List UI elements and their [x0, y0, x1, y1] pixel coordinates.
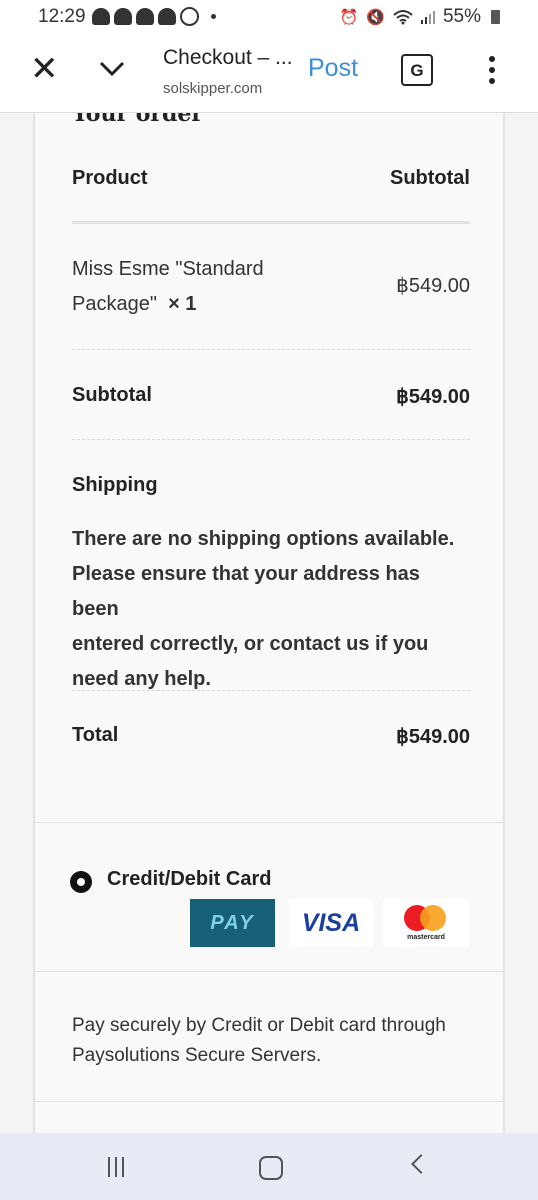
snapchat-icon — [136, 8, 154, 25]
total-label: Total — [72, 724, 119, 746]
chevron-down-icon[interactable] — [98, 54, 126, 82]
shipping-label: Shipping — [72, 474, 158, 496]
post-button[interactable]: Post — [308, 54, 358, 83]
section-divider — [35, 822, 503, 823]
more-notifications-dot — [211, 14, 216, 19]
more-options-icon[interactable] — [487, 56, 497, 84]
page-title: Checkout – ... — [163, 46, 293, 69]
table-header: Product Subtotal — [72, 167, 470, 190]
mastercard-logo: mastercard — [383, 899, 469, 947]
section-divider — [35, 1101, 503, 1102]
pay-logo: PAY — [190, 899, 275, 947]
subtotal-row: Subtotal ฿549.00 — [72, 384, 470, 408]
battery-icon — [491, 10, 500, 24]
system-status: ⏰ 🔇 55% — [340, 6, 500, 28]
payment-method-radio[interactable] — [70, 871, 92, 893]
page-url: solskipper.com — [163, 80, 263, 97]
battery-level: 55% — [442, 6, 481, 27]
visa-logo: VISA — [289, 899, 373, 947]
order-heading: Your order — [72, 113, 203, 127]
wifi-icon — [393, 10, 413, 25]
recent-apps-icon[interactable] — [108, 1157, 124, 1177]
item-price: ฿549.00 — [396, 275, 470, 297]
header-divider — [72, 221, 470, 224]
item-name-line2: Package" — [72, 293, 157, 315]
payment-description: Pay securely by Credit or Debit card thr… — [72, 1015, 446, 1066]
notification-icons — [92, 7, 216, 26]
back-icon[interactable] — [411, 1154, 431, 1174]
total-row: Total ฿549.00 — [72, 724, 470, 748]
order-review-card: Your order Product Subtotal Miss Esme "S… — [33, 113, 505, 1133]
product-column-header: Product — [72, 167, 148, 189]
subtotal-value: ฿549.00 — [396, 386, 470, 408]
whatsapp-icon — [180, 7, 199, 26]
close-icon[interactable]: ✕ — [30, 52, 59, 86]
payment-method-label[interactable]: Credit/Debit Card — [107, 868, 271, 891]
translate-icon[interactable]: G — [401, 54, 433, 86]
shipping-message: There are no shipping options available.… — [72, 528, 455, 690]
home-icon[interactable] — [259, 1156, 283, 1180]
section-divider — [35, 971, 503, 972]
total-value: ฿549.00 — [396, 726, 470, 748]
page-content: Your order Product Subtotal Miss Esme "S… — [0, 113, 538, 1133]
subtotal-label: Subtotal — [72, 384, 152, 406]
divider — [72, 349, 470, 350]
snapchat-icon — [158, 8, 176, 25]
navigation-bar — [0, 1133, 538, 1200]
signal-icon — [420, 11, 435, 24]
subtotal-column-header: Subtotal — [390, 167, 470, 189]
alarm-icon: ⏰ — [339, 9, 359, 26]
order-item-row: Miss Esme "Standard Package" × 1 ฿549.00 — [72, 252, 470, 322]
snapchat-icon — [114, 8, 132, 25]
divider — [72, 439, 470, 440]
browser-toolbar: ✕ Checkout – ... solskipper.com Post G — [0, 34, 538, 113]
clock: 12:29 — [38, 6, 86, 27]
snapchat-icon — [92, 8, 110, 25]
item-quantity: × 1 — [168, 293, 197, 315]
mute-icon: 🔇 — [366, 9, 385, 26]
divider — [72, 690, 470, 691]
status-bar: 12:29 ⏰ 🔇 55% — [0, 0, 538, 34]
